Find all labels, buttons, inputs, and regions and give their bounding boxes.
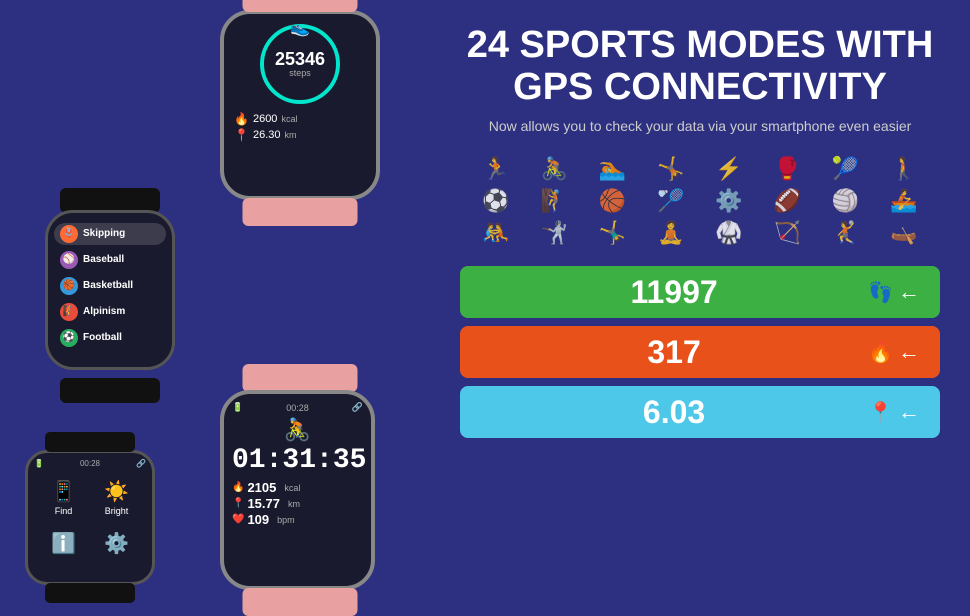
middle-section: 👟 25346 steps 🔥 2600 kcal 📍 26.30 km — [180, 0, 420, 600]
brightness-icon: ☀️ — [104, 479, 129, 504]
steps-circle: 👟 25346 steps — [260, 24, 340, 104]
sport-icon-run: 🏃 — [470, 156, 522, 182]
sport-item-baseball[interactable]: ⚾ Baseball — [54, 249, 166, 271]
distance-arrow-icon: ← — [898, 399, 920, 425]
link-icon: 🔗 — [136, 459, 146, 468]
sport-item-basketball[interactable]: 🏀 Basketball — [54, 275, 166, 297]
steps-feet-icon: 👣 — [868, 280, 893, 305]
stats-bars: 11997 👣 ← 317 🔥 ← 6.03 📍 ← — [460, 266, 940, 438]
bottom-left-watch: 🔋 00:28 🔗 📱 Find ☀️ Bright ℹ️ — [10, 450, 170, 585]
sport-icon-gymnastics: 🤸‍♂️ — [587, 220, 639, 246]
location-icon: 📍 — [234, 128, 249, 142]
sport-icon-taekwondo: 🥋 — [703, 220, 755, 246]
right-section: 24 SPORTS MODES WITH GPS CONNECTIVITY No… — [430, 0, 970, 600]
steps-screen: 👟 25346 steps 🔥 2600 kcal 📍 26.30 km — [220, 10, 380, 200]
sport-item-alpinism[interactable]: 🧗 Alpinism — [54, 301, 166, 323]
cycling-kcal: 🔥 2105 kcal — [232, 480, 363, 495]
cycling-bpm: ❤️ 109 bpm — [232, 512, 363, 527]
sport-icon-football: ⚽ — [60, 329, 78, 347]
sport-icon-hike: 🧗 — [528, 188, 580, 214]
kcal-stat-bar: 317 🔥 ← — [460, 326, 940, 378]
sport-icon-badminton: 🏸 — [645, 188, 697, 214]
distance-stat-bar: 6.03 📍 ← — [460, 386, 940, 438]
sport-icon-swim: 🏊 — [587, 156, 639, 182]
cycling-distance: 📍 15.77 km — [232, 496, 363, 511]
sports-menu-watch: 🪢 Skipping ⚾ Baseball 🏀 Basketball 🧗 Alp… — [30, 188, 190, 403]
kcal-arrow-icon: ← — [898, 339, 920, 365]
small-watch-screen: 🔋 00:28 🔗 📱 Find ☀️ Bright ℹ️ — [25, 450, 155, 585]
sport-icon-kayak: 🛶 — [878, 220, 930, 246]
watch-screen: 🪢 Skipping ⚾ Baseball 🏀 Basketball 🧗 Alp… — [45, 210, 175, 370]
sport-icon-skipping: 🪢 — [60, 225, 78, 243]
watch-controls: 📱 Find ☀️ Bright ℹ️ ⚙️ — [34, 471, 146, 571]
cycling-location-icon: 📍 — [232, 498, 244, 509]
cycling-watch: 🔋 00:28 🔗 🚴 01:31:35 🔥 2105 kcal 📍 15.77 — [220, 390, 380, 590]
distance-stat: 📍 26.30 km — [234, 128, 366, 142]
cycling-flame-icon: 🔥 — [232, 482, 244, 493]
steps-value: 11997 — [480, 274, 868, 311]
time-display-small: 00:28 — [80, 459, 100, 468]
link-small-icon: 🔗 — [352, 402, 363, 413]
sport-icon-rowing: 🚣 — [878, 188, 930, 214]
pin-stat-icon: 📍 — [868, 400, 893, 425]
sport-icon-archery: 🏹 — [761, 220, 813, 246]
info-icon: ℹ️ — [51, 531, 76, 556]
battery-icon: 🔋 — [34, 459, 44, 468]
main-title: 24 SPORTS MODES WITH GPS CONNECTIVITY — [460, 25, 940, 109]
cycling-stats: 🔥 2105 kcal 📍 15.77 km ❤️ 109 bpm — [232, 480, 363, 527]
distance-value: 6.03 — [480, 394, 868, 431]
sport-icon-stretch: 🤾 — [820, 220, 872, 246]
sport-icon-tennis: 🎾 — [820, 156, 872, 182]
sport-icon-soccer: ⚽ — [470, 188, 522, 214]
sport-icon-cycle: 🚴 — [528, 156, 580, 182]
distance-icons: 📍 ← — [868, 399, 920, 425]
phone-search-icon: 📱 — [51, 479, 76, 504]
bright-control[interactable]: ☀️ Bright — [91, 475, 142, 520]
info-control[interactable]: ℹ️ — [38, 522, 89, 567]
sport-icon-fencing: 🤺 — [528, 220, 580, 246]
kcal-value: 317 — [480, 334, 868, 371]
battery-small-icon: 🔋 — [232, 402, 243, 413]
cycling-bicycle-icon: 🚴 — [232, 417, 363, 443]
steps-stat-bar: 11997 👣 ← — [460, 266, 940, 318]
settings-control[interactable]: ⚙️ — [91, 522, 142, 567]
sport-icon-football: 🏈 — [761, 188, 813, 214]
sport-icon-baseball: ⚾ — [60, 251, 78, 269]
sport-item-football[interactable]: ⚽ Football — [54, 327, 166, 349]
find-control[interactable]: 📱 Find — [38, 475, 89, 520]
heart-icon: ❤️ — [232, 514, 244, 525]
steps-arrow-icon: ← — [898, 279, 920, 305]
kcal-icons: 🔥 ← — [868, 339, 920, 365]
steps-icons: 👣 ← — [868, 279, 920, 305]
sport-icon-dance: 🤼 — [470, 220, 522, 246]
sport-icon-volleyball: 🏐 — [820, 188, 872, 214]
flame-stat-icon: 🔥 — [868, 340, 893, 365]
steps-watch: 👟 25346 steps 🔥 2600 kcal 📍 26.30 km — [220, 10, 380, 200]
sport-icon-martial-arts: 🥊 — [761, 156, 813, 182]
sport-icon-basketball: 🏀 — [60, 277, 78, 295]
sport-item-skipping[interactable]: 🪢 Skipping — [54, 223, 166, 245]
subtitle: Now allows you to check your data via yo… — [460, 117, 940, 137]
kcal-stat: 🔥 2600 kcal — [234, 112, 366, 126]
shoe-icon: 👟 — [290, 18, 310, 38]
flame-icon: 🔥 — [234, 112, 249, 126]
sport-icon-bball: 🏀 — [587, 188, 639, 214]
sport-icon-jump-rope: ⚡ — [703, 156, 755, 182]
sport-icon-yoga: 🧘 — [645, 220, 697, 246]
gear-icon: ⚙️ — [104, 531, 129, 556]
cycling-header: 🔋 00:28 🔗 — [232, 402, 363, 413]
sport-icon-sprint: 🤸 — [645, 156, 697, 182]
sport-icon-spin: ⚙️ — [703, 188, 755, 214]
sport-icon-walk: 🚶 — [878, 156, 930, 182]
sports-icons-grid: 🏃 🚴 🏊 🤸 ⚡ 🥊 🎾 🚶 ⚽ 🧗 🏀 🏸 ⚙️ 🏈 🏐 🚣 🤼 🤺 🤸‍♂… — [460, 156, 940, 246]
cycling-screen: 🔋 00:28 🔗 🚴 01:31:35 🔥 2105 kcal 📍 15.77 — [220, 390, 375, 590]
sport-icon-alpinism: 🧗 — [60, 303, 78, 321]
